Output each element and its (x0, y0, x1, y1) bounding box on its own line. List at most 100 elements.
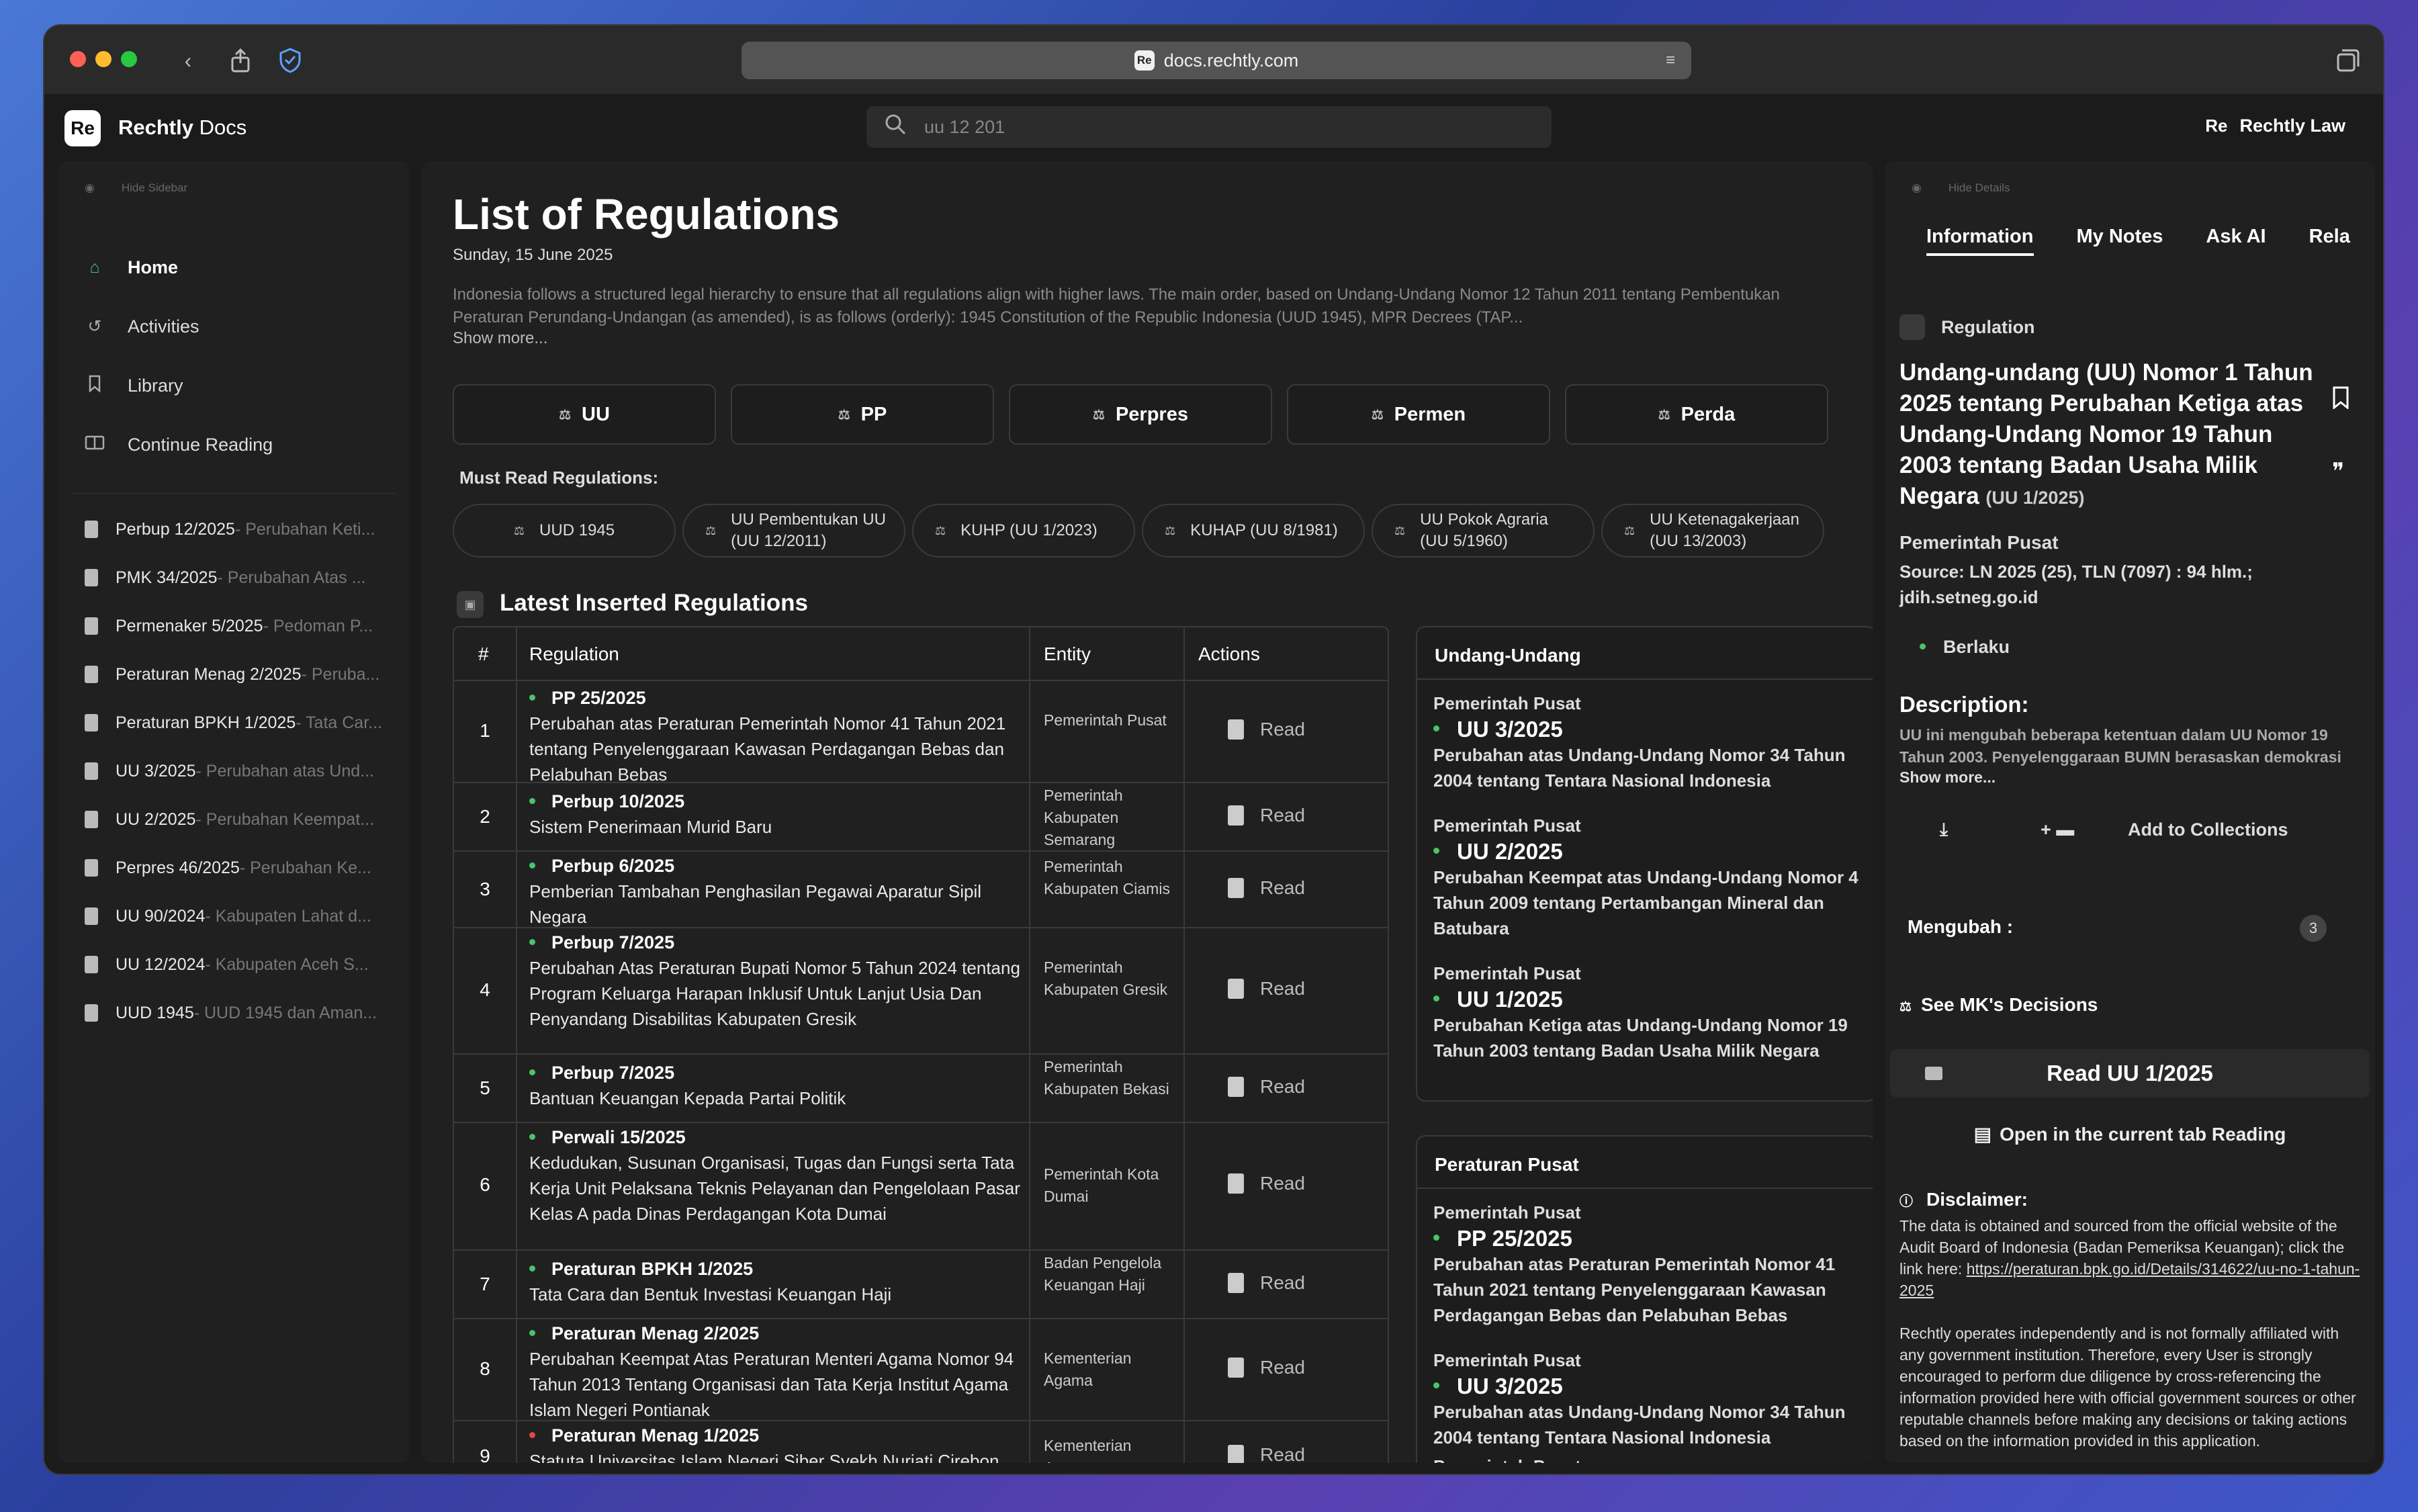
read-button[interactable]: Read (1228, 1357, 1349, 1378)
recent-title: PMK 34/2025 (116, 568, 218, 587)
show-more-link[interactable]: Show more... (453, 329, 547, 348)
table-row[interactable]: 4 Perbup 7/2025 Perubahan Atas Peraturan … (454, 928, 1388, 1055)
tab-related[interactable]: Rela (2309, 226, 2350, 256)
recent-item[interactable]: UU 90/2024 - Kabupaten Lahat d... (85, 896, 394, 936)
row-regulation[interactable]: Peraturan Menag 1/2025 Statuta Universita… (529, 1423, 1026, 1463)
mengubah-label[interactable]: Mengubah : (1908, 916, 2013, 938)
mk-decisions-link[interactable]: ⚖ See MK's Decisions (1899, 994, 2098, 1016)
table-row[interactable]: 3 Perbup 6/2025 Pemberian Tambahan Pengha… (454, 852, 1388, 928)
read-button[interactable]: Read (1228, 805, 1349, 826)
user-name: Rechtly Law (2239, 116, 2345, 136)
card-item[interactable]: Pemerintah Pusat UU 1/2025 Perubahan Ket… (1433, 963, 1863, 1063)
table-row[interactable]: 1 PP 25/2025 Perubahan atas Peraturan Pem… (454, 681, 1388, 785)
search-input[interactable]: uu 12 201 (866, 106, 1552, 148)
address-bar[interactable]: Re docs.rechtly.com ≡ (742, 42, 1691, 79)
row-regulation[interactable]: Perbup 7/2025 Bantuan Keuangan Kepada Par… (529, 1060, 1026, 1111)
hierarchy-button-uu[interactable]: ⚖ UU (453, 384, 716, 445)
quote-icon[interactable]: ❞ (2332, 437, 2349, 506)
row-regulation[interactable]: Perbup 10/2025 Sistem Penerimaan Murid Ba… (529, 789, 1026, 840)
download-icon[interactable]: ⤓ (1940, 819, 1948, 841)
book-icon (1228, 1173, 1244, 1194)
recent-item[interactable]: UU 12/2024 - Kabupaten Aceh S... (85, 944, 394, 985)
read-button[interactable]: Read (1228, 1076, 1349, 1098)
minimize-window-button[interactable] (95, 51, 111, 67)
row-regulation[interactable]: Perwali 15/2025 Kedudukan, Susunan Organi… (529, 1124, 1026, 1227)
row-regulation[interactable]: PP 25/2025 Perubahan atas Peraturan Pemer… (529, 685, 1026, 787)
table-row[interactable]: 2 Perbup 10/2025 Sistem Penerimaan Murid … (454, 783, 1388, 852)
read-button[interactable]: Read (1228, 978, 1349, 999)
reader-icon[interactable]: ≡ (1666, 51, 1675, 70)
sidebar-divider (71, 493, 396, 494)
share-icon[interactable] (224, 44, 257, 77)
back-icon[interactable]: ‹ (172, 44, 204, 77)
sidebar-item-label: Home (128, 257, 179, 277)
card-item[interactable]: Pemerintah Pusat UU 3/2025 Perubahan ata… (1433, 693, 1863, 793)
table-row[interactable]: 5 Perbup 7/2025 Bantuan Keuangan Kepada P… (454, 1055, 1388, 1123)
must-read-chip[interactable]: ⚖ UUD 1945 (453, 504, 676, 558)
row-regulation[interactable]: Perbup 7/2025 Perubahan Atas Peraturan Bu… (529, 930, 1026, 1032)
sidebar-item-library[interactable]: Library (58, 359, 410, 412)
must-read-chip[interactable]: ⚖ KUHAP (UU 8/1981) (1142, 504, 1365, 558)
recent-item[interactable]: Perbup 12/2025 - Perubahan Keti... (85, 509, 394, 549)
row-regulation[interactable]: Peraturan BPKH 1/2025 Tata Cara dan Bentu… (529, 1256, 1026, 1307)
read-button[interactable]: Read (1228, 877, 1349, 899)
read-button[interactable]: Read (1228, 1173, 1349, 1194)
read-regulation-button[interactable]: Read UU 1/2025 (1890, 1049, 2370, 1098)
tab-information[interactable]: Information (1926, 226, 2034, 256)
recent-item[interactable]: UUD 1945 - UUD 1945 dan Aman... (85, 993, 394, 1033)
card-item[interactable]: Pemerintah Pusat PP 25/2025 Perubahan at… (1433, 1202, 1863, 1328)
hide-details-button[interactable]: ◉ Hide Details (1912, 181, 2010, 195)
row-number: 3 (480, 879, 490, 899)
recent-item[interactable]: Peraturan BPKH 1/2025 - Tata Car... (85, 703, 394, 743)
card-item[interactable]: Pemerintah Pusat UU 3/2025 Perubahan ata… (1433, 1350, 1863, 1450)
must-read-chip[interactable]: ⚖ UU Ketenagakerjaan (UU 13/2003) (1601, 504, 1824, 558)
must-read-chip[interactable]: ⚖ UU Pembentukan UU (UU 12/2011) (682, 504, 905, 558)
recent-item[interactable]: UU 2/2025 - Perubahan Keempat... (85, 799, 394, 840)
close-window-button[interactable] (70, 51, 86, 67)
recent-item[interactable]: Permenaker 5/2025 - Pedoman P... (85, 606, 394, 646)
read-label: Read (1260, 1272, 1305, 1293)
must-read-chip[interactable]: ⚖ KUHP (UU 1/2023) (912, 504, 1135, 558)
book-icon (1228, 1273, 1244, 1293)
user-menu[interactable]: Re Rechtly Law (2205, 116, 2345, 136)
read-button[interactable]: Read (1228, 1444, 1349, 1463)
tabs-overview-icon[interactable] (2332, 44, 2364, 77)
row-regulation[interactable]: Perbup 6/2025 Pemberian Tambahan Penghasi… (529, 853, 1026, 930)
table-row[interactable]: 7 Peraturan BPKH 1/2025 Tata Cara dan Ben… (454, 1251, 1388, 1319)
table-row[interactable]: 6 Perwali 15/2025 Kedudukan, Susunan Orga… (454, 1123, 1388, 1251)
sidebar-item-activities[interactable]: ↺ Activities (58, 300, 410, 353)
bpk-source-link[interactable]: https://peraturan.bpk.go.id/Details/3146… (1899, 1260, 2360, 1299)
rechtly-logo[interactable]: Re (64, 110, 101, 146)
bookmark-icon[interactable] (2332, 367, 2349, 437)
sidebar-item-home[interactable]: ⌂ Home (58, 240, 410, 294)
row-regulation[interactable]: Peraturan Menag 2/2025 Perubahan Keempat … (529, 1321, 1026, 1423)
hierarchy-button-perda[interactable]: ⚖ Perda (1565, 384, 1828, 445)
open-current-tab-link[interactable]: ▤ Open in the current tab Reading (1885, 1123, 2375, 1145)
table-row[interactable]: 9 Peraturan Menag 1/2025 Statuta Universi… (454, 1421, 1388, 1463)
card-item[interactable]: Pemerintah Pusat (1433, 1456, 1863, 1463)
read-button[interactable]: Read (1228, 1272, 1349, 1294)
card-item[interactable]: Pemerintah Pusat UU 2/2025 Perubahan Kee… (1433, 815, 1863, 941)
add-folder-icon[interactable]: + ▬ (2041, 819, 2074, 840)
shield-icon[interactable] (274, 44, 306, 77)
show-more-link[interactable]: Show more... (1899, 768, 1996, 787)
recent-item[interactable]: Perpres 46/2025 - Perubahan Ke... (85, 848, 394, 888)
brand-name[interactable]: Rechtly Docs (118, 116, 247, 140)
recent-item[interactable]: Peraturan Menag 2/2025 - Peruba... (85, 654, 394, 695)
must-read-chip[interactable]: ⚖ UU Pokok Agraria (UU 5/1960) (1372, 504, 1595, 558)
table-row[interactable]: 8 Peraturan Menag 2/2025 Perubahan Keempa… (454, 1319, 1388, 1421)
hierarchy-button-permen[interactable]: ⚖ Permen (1287, 384, 1550, 445)
sidebar-item-continue-reading[interactable]: Continue Reading (58, 418, 410, 472)
hierarchy-button-perpres[interactable]: ⚖ Perpres (1009, 384, 1272, 445)
read-button[interactable]: Read (1228, 719, 1349, 740)
recent-item[interactable]: UU 3/2025 - Perubahan atas Und... (85, 751, 394, 791)
tab-my-notes[interactable]: My Notes (2077, 226, 2163, 256)
hide-sidebar-button[interactable]: ◉ Hide Sidebar (85, 181, 187, 195)
add-to-collections-button[interactable]: Add to Collections (2128, 819, 2288, 840)
zoom-window-button[interactable] (121, 51, 137, 67)
hierarchy-button-pp[interactable]: ⚖ PP (731, 384, 994, 445)
hide-details-icon: ◉ (1912, 181, 1922, 194)
tab-ask-ai[interactable]: Ask AI (2206, 226, 2266, 256)
recent-item[interactable]: PMK 34/2025 - Perubahan Atas ... (85, 558, 394, 598)
recent-title: Perbup 12/2025 (116, 519, 235, 539)
